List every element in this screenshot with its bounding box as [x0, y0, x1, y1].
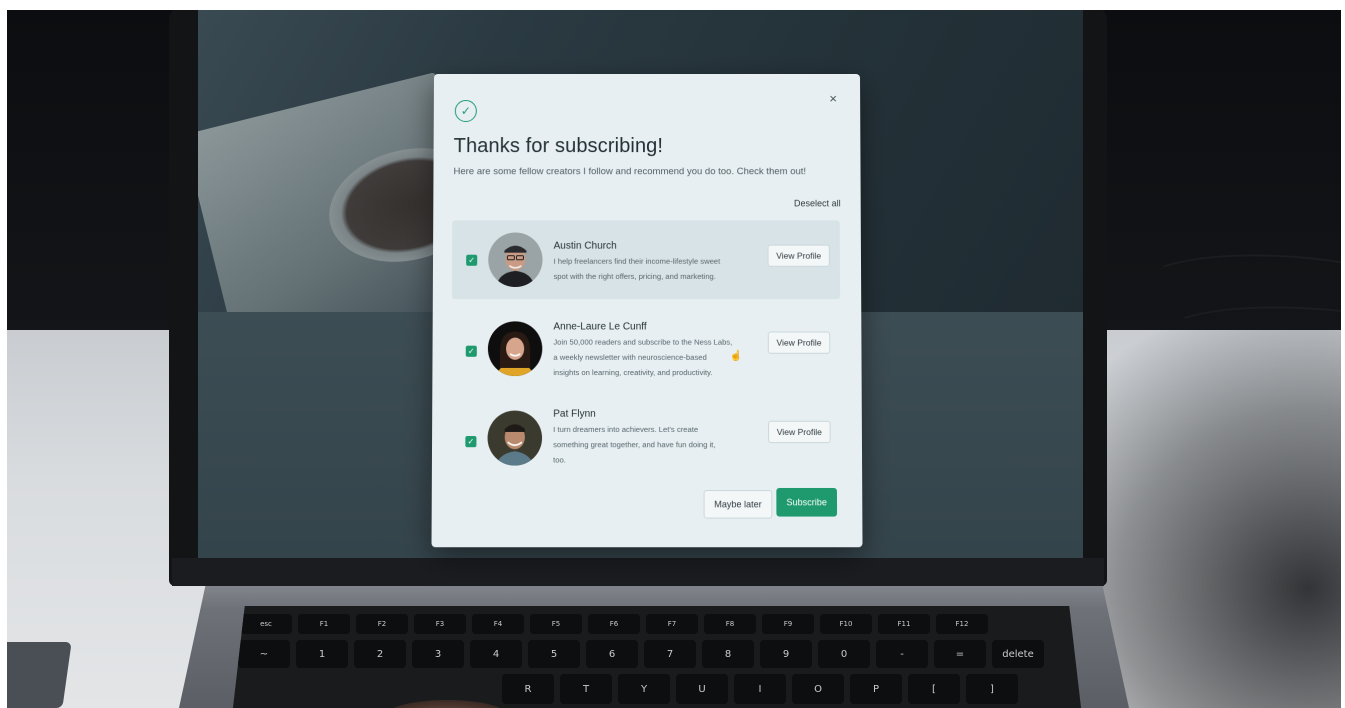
creator-checkbox[interactable]: ✓ — [466, 254, 478, 266]
creator-card-anne-laure-le-cunff: ✓ Anne-Laure Le Cunff Join 50,000 reader… — [451, 311, 840, 390]
keyboard-key: F12 — [936, 614, 988, 634]
creator-bio: I turn dreamers into achievers. Let's cr… — [553, 422, 755, 468]
deselect-all-link[interactable]: Deselect all — [794, 198, 841, 208]
bio-line: too. — [553, 455, 566, 465]
keyboard-key: Y — [618, 674, 670, 704]
keyboard-key: P — [850, 674, 902, 704]
keyboard-key: R — [502, 674, 554, 704]
modal-subtitle: Here are some fellow creators I follow a… — [453, 166, 807, 178]
creator-card-austin-church: ✓ Austin Church I help freelancers find … — [451, 220, 841, 300]
avatar-anne-laure-le-cunff — [487, 321, 543, 377]
keyboard-key: O — [792, 674, 844, 704]
view-profile-button[interactable]: View Profile — [767, 244, 830, 267]
bio-line: I turn dreamers into achievers. Let's cr… — [553, 424, 699, 434]
avatar — [487, 321, 543, 377]
keyboard-key: [ — [908, 674, 960, 704]
creator-name: Anne-Laure Le Cunff — [553, 321, 647, 333]
keyboard-key: F11 — [878, 614, 930, 634]
view-profile-button[interactable]: View Profile — [767, 331, 831, 354]
keyboard-key: F7 — [646, 614, 698, 634]
creator-name: Austin Church — [553, 240, 617, 252]
bio-line: insights on learning, creativity, and pr… — [553, 367, 713, 378]
keyboard-key: 9 — [760, 640, 812, 668]
keyboard-key: 7 — [644, 640, 696, 668]
close-icon[interactable]: × — [826, 91, 840, 106]
keyboard-key: F5 — [530, 614, 582, 634]
keyboard-key: 2 — [354, 640, 406, 668]
keyboard-key: 4 — [470, 640, 522, 668]
keyboard-key: 8 — [702, 640, 754, 668]
creator-checkbox[interactable]: ✓ — [465, 436, 477, 448]
keyboard-key: 6 — [586, 640, 638, 668]
keyboard-key: F8 — [704, 614, 756, 634]
subscription-modal: ✓ × Thanks for subscribing! Here are som… — [431, 74, 863, 548]
keyboard-key: - — [876, 640, 928, 668]
avatar-pat-flynn — [487, 410, 543, 466]
creator-bio: I help freelancers find their income-lif… — [554, 254, 755, 284]
keyboard-key: F6 — [588, 614, 640, 634]
keyboard-key: esc — [240, 614, 292, 634]
modal-title: Thanks for subscribing! — [453, 135, 664, 158]
keyboard-key: ] — [966, 674, 1018, 704]
keyboard-key: 1 — [296, 640, 348, 668]
keyboard-key: delete — [992, 640, 1044, 668]
keyboard-key: I — [734, 674, 786, 704]
creator-card-pat-flynn: ✓ Pat Flynn I turn dreamers into achieve… — [451, 400, 841, 479]
keyboard-key: 0 — [818, 640, 870, 668]
creator-checkbox[interactable]: ✓ — [465, 345, 477, 357]
keyboard: esc F1 F2 F3 F4 F5 F6 F7 F8 F9 F10 F11 F12 ~1 2 3 4 5 6 7 8 9… — [232, 606, 1082, 708]
keyboard-key: F3 — [414, 614, 466, 634]
creator-name: Pat Flynn — [553, 408, 596, 420]
keyboard-key: F4 — [472, 614, 524, 634]
keyboard-key: F10 — [820, 614, 872, 634]
keyboard-key: 3 — [412, 640, 464, 668]
bio-line: something great together, and have fun d… — [553, 440, 716, 450]
keyboard-key: F9 — [762, 614, 814, 634]
keyboard-key: = — [934, 640, 986, 668]
keyboard-key: ~ — [238, 640, 290, 668]
photo-scene: esc F1 F2 F3 F4 F5 F6 F7 F8 F9 F10 F11 F12 ~1 2 3 4 5 6 7 8 9… — [7, 10, 1341, 708]
subscribe-button[interactable]: Subscribe — [776, 487, 838, 517]
keyboard-key: U — [676, 674, 728, 704]
mouse-pad — [7, 642, 72, 708]
avatar-austin-church — [488, 232, 543, 287]
bio-line: Join 50,000 readers and subscribe to the… — [553, 337, 733, 347]
keyboard-key: 5 — [528, 640, 580, 668]
keyboard-key: T — [560, 674, 612, 704]
creator-bio: Join 50,000 readers and subscribe to the… — [553, 335, 755, 381]
check-circle-icon: ✓ — [454, 100, 477, 123]
bio-line: I help freelancers find their income-lif… — [553, 256, 721, 266]
keyboard-key: F1 — [298, 614, 350, 634]
avatar — [487, 410, 543, 466]
avatar — [488, 232, 543, 287]
bio-line: a weekly newsletter with neuroscience-ba… — [553, 352, 707, 362]
laptop-bezel — [172, 558, 1104, 586]
maybe-later-button[interactable]: Maybe later — [703, 490, 773, 519]
bio-line: spot with the right offers, pricing, and… — [553, 271, 716, 281]
hand-pointer-icon: ☝ — [729, 350, 743, 362]
view-profile-button[interactable]: View Profile — [768, 420, 831, 444]
keyboard-key: F2 — [356, 614, 408, 634]
